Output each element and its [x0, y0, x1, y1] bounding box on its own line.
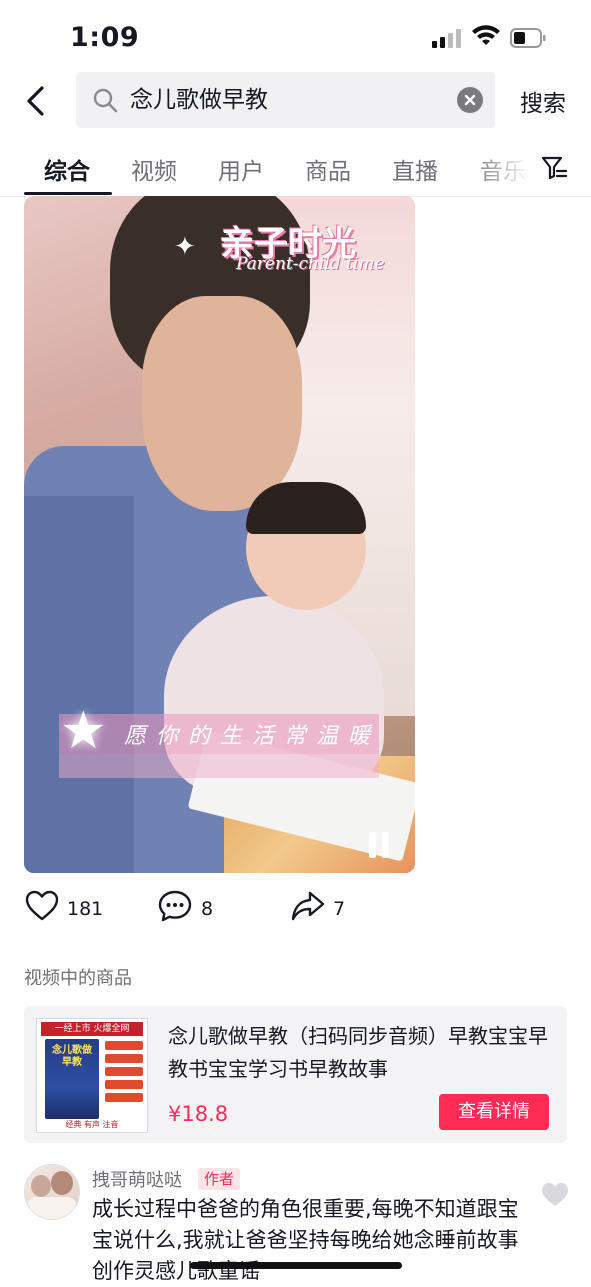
- clear-search-button[interactable]: [457, 87, 483, 113]
- comment-username[interactable]: 拽哥萌哒哒: [92, 1166, 182, 1192]
- battery-icon: [510, 28, 546, 48]
- tab-fade-overlay: [470, 140, 550, 194]
- wifi-icon: [472, 25, 500, 45]
- chevron-left-icon: [27, 86, 44, 116]
- home-indicator: [190, 1262, 402, 1269]
- thumbnail-labels: [105, 1041, 143, 1106]
- video-figure: [24, 496, 134, 873]
- search-input[interactable]: 念儿歌做早教: [130, 72, 268, 128]
- video-player[interactable]: ✦ 亲子时光 Parent-child time ★ 愿你的生活常温暖: [24, 196, 415, 873]
- avatar[interactable]: [24, 1164, 80, 1220]
- tab-videos[interactable]: 视频: [131, 152, 177, 186]
- product-title[interactable]: 念儿歌做早教（扫码同步音频）早教宝宝早教书宝宝学习书早教故事: [168, 1020, 558, 1086]
- back-button[interactable]: [22, 84, 52, 118]
- search-box[interactable]: 念儿歌做早教: [76, 72, 495, 128]
- star-icon: ★: [60, 701, 107, 761]
- sparkle-icon: ✦: [174, 232, 196, 262]
- share-count: 7: [333, 898, 346, 920]
- heart-icon[interactable]: [24, 888, 60, 924]
- share-arrow-icon[interactable]: [290, 888, 326, 924]
- view-details-button[interactable]: 查看详情: [439, 1094, 549, 1130]
- product-price: ¥18.8: [168, 1102, 229, 1126]
- search-submit-button[interactable]: 搜索: [520, 84, 566, 118]
- product-card[interactable]: 一经上市 火爆全网 念儿歌做早教 经典 有声 注音 念儿歌做早教（扫码同步音频）…: [24, 1006, 567, 1143]
- active-tab-indicator: [24, 192, 112, 195]
- comment-bubble-icon[interactable]: [157, 888, 193, 924]
- author-badge: 作者: [198, 1168, 241, 1190]
- pause-button[interactable]: [366, 832, 392, 858]
- video-baby: [246, 482, 366, 534]
- search-result-tabs: 综合 视频 用户 商品 直播 音乐: [0, 140, 591, 197]
- thumbnail-book-title: 念儿歌做早教: [52, 1045, 92, 1068]
- status-time: 1:09: [70, 22, 140, 53]
- product-thumbnail[interactable]: 一经上市 火爆全网 念儿歌做早教 经典 有声 注音: [36, 1018, 148, 1133]
- tab-comprehensive[interactable]: 综合: [44, 152, 90, 186]
- tab-products[interactable]: 商品: [305, 152, 351, 186]
- close-circle-icon: [464, 94, 476, 106]
- pause-icon: [369, 832, 376, 858]
- products-section-label: 视频中的商品: [24, 968, 132, 989]
- comment-text: 成长过程中爸爸的角色很重要,每晚不知道跟宝宝说什么,我就让爸爸坚持每晚给她念睡前…: [92, 1197, 519, 1283]
- video-actions: 181 8 7: [0, 888, 591, 932]
- thumbnail-book-cover: 念儿歌做早教: [45, 1039, 99, 1119]
- pause-icon: [382, 832, 389, 858]
- tab-users[interactable]: 用户: [218, 152, 264, 186]
- thumbnail-footer: 经典 有声 注音: [65, 1120, 119, 1129]
- cellular-signal-icon: [432, 28, 464, 48]
- filter-icon[interactable]: [540, 154, 568, 182]
- caption-band: [59, 754, 379, 778]
- like-count: 181: [67, 898, 104, 920]
- video-overlay-caption: 愿你的生活常温暖: [124, 724, 381, 749]
- status-bar: 1:09: [0, 0, 591, 72]
- search-icon: [93, 88, 118, 113]
- video-overlay-subtitle: Parent-child time: [236, 254, 385, 274]
- heart-icon[interactable]: [540, 1180, 570, 1208]
- thumbnail-header: 一经上市 火爆全网: [41, 1022, 143, 1036]
- video-figure: [142, 296, 302, 511]
- tab-live[interactable]: 直播: [392, 152, 438, 186]
- comment-count: 8: [201, 898, 214, 920]
